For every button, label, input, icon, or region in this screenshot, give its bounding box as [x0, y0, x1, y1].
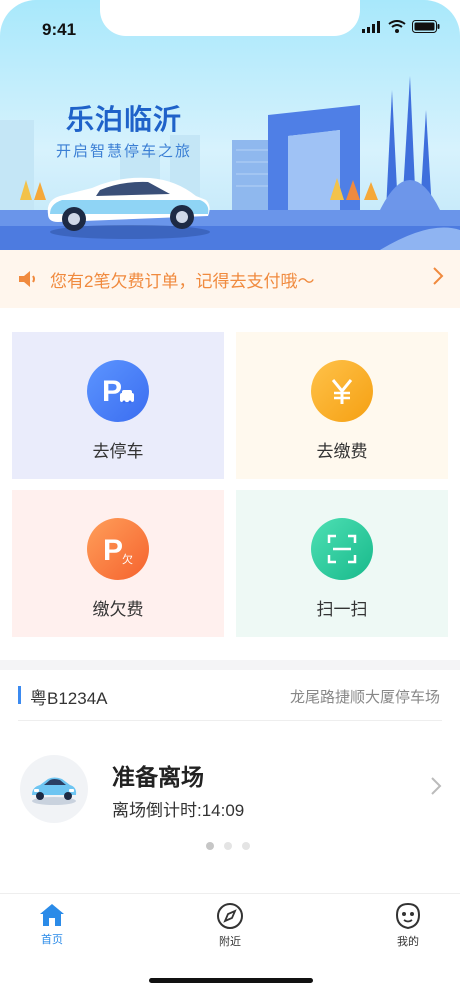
go-pay-label: 去缴费	[316, 442, 368, 461]
status-time: 9:41	[42, 20, 77, 39]
page-indicator	[206, 842, 250, 850]
svg-text:P: P	[102, 375, 122, 408]
parking-card-header[interactable]: 粤B1234A 龙尾路捷顺大厦停车场	[0, 670, 460, 720]
svg-text:P: P	[103, 534, 123, 567]
battery-icon	[412, 20, 440, 33]
page-dot[interactable]	[206, 842, 214, 850]
chevron-right-icon[interactable]	[430, 776, 442, 802]
go-park-button[interactable]: P 去停车	[12, 332, 224, 479]
tab-profile-label: 我的	[397, 936, 419, 948]
notch	[100, 0, 360, 36]
notice-text: 您有2笔欠费订单，记得去支付哦～	[50, 271, 315, 291]
chevron-right-icon	[432, 266, 444, 292]
compass-icon	[217, 903, 243, 929]
parking-owed-icon: P 欠	[87, 518, 149, 580]
app-screen: 乐泊临沂 开启智慧停车之旅 9:41 您有2笔欠费订单，记得去支付哦～ P 去停…	[0, 0, 460, 996]
parking-car-icon: P	[87, 360, 149, 422]
tab-profile[interactable]: 我的	[368, 902, 448, 949]
wifi-icon	[388, 20, 406, 33]
profile-icon	[395, 902, 421, 930]
go-pay-button[interactable]: 去缴费	[236, 332, 448, 479]
scan-label: 扫一扫	[316, 600, 368, 619]
home-indicator[interactable]	[149, 978, 313, 983]
scan-icon	[311, 518, 373, 580]
yuan-icon	[311, 360, 373, 422]
section-divider	[0, 660, 460, 670]
brand-title: 乐泊临沂	[66, 104, 183, 135]
parking-status: 准备离场	[112, 764, 204, 790]
card-divider	[18, 720, 442, 721]
tab-nearby[interactable]: 附近	[190, 902, 270, 949]
home-icon	[40, 904, 64, 926]
tab-home[interactable]: 首页	[12, 902, 92, 947]
go-park-label: 去停车	[92, 442, 144, 461]
arrears-notice[interactable]: 您有2笔欠费订单，记得去支付哦～	[0, 250, 460, 308]
pay-arrears-label: 缴欠费	[92, 600, 144, 619]
exit-countdown: 离场倒计时:14:09	[112, 801, 245, 820]
tab-home-label: 首页	[41, 934, 63, 946]
page-dot[interactable]	[242, 842, 250, 850]
quick-actions: P 去停车 去缴费 P 欠 缴欠费 扫一扫	[12, 332, 448, 637]
scan-button[interactable]: 扫一扫	[236, 490, 448, 637]
plate-accent-bar	[18, 686, 21, 704]
signal-icon	[362, 20, 380, 33]
pay-arrears-button[interactable]: P 欠 缴欠费	[12, 490, 224, 637]
car-avatar	[20, 755, 88, 823]
page-dot[interactable]	[224, 842, 232, 850]
plate-number: 粤B1234A	[30, 689, 108, 708]
svg-text:欠: 欠	[122, 552, 133, 566]
speaker-icon	[19, 271, 35, 287]
brand-slogan: 开启智慧停车之旅	[56, 143, 193, 160]
status-icons	[362, 20, 440, 33]
tab-nearby-label: 附近	[219, 936, 241, 948]
status-bar: 9:41	[0, 0, 460, 54]
parking-lot-name: 龙尾路捷顺大厦停车场	[289, 689, 440, 706]
